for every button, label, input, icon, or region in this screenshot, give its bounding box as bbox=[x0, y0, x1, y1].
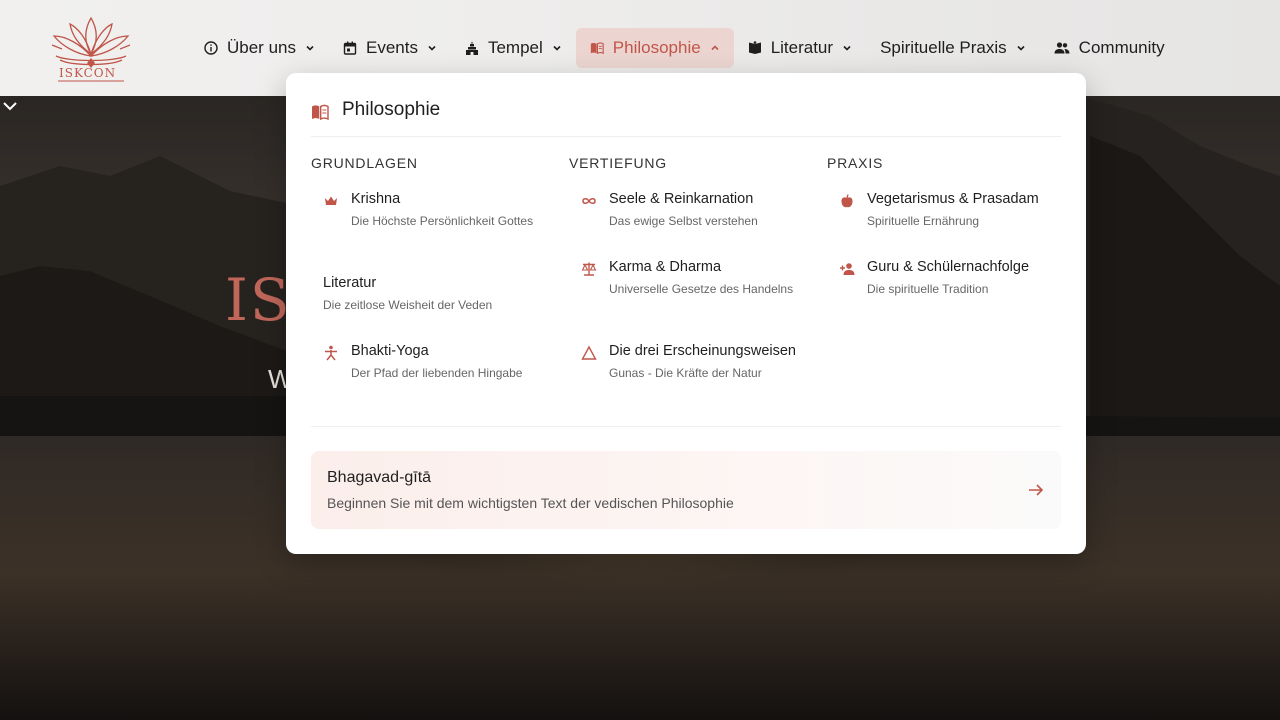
featured-title: Bhagavad-gītā bbox=[327, 469, 432, 486]
menu-item-desc: Die zeitlose Weisheit der Veden bbox=[323, 298, 493, 312]
menu-item-karma-dharma[interactable]: Karma & Dharma Universelle Gesetze des H… bbox=[581, 259, 809, 315]
menu-item-desc: Spirituelle Ernährung bbox=[867, 214, 980, 228]
meditation-figure-icon bbox=[325, 345, 337, 361]
menu-item-title: Guru & Schülernachfolge bbox=[867, 259, 1030, 275]
menu-item-literatur[interactable]: Literatur Die zeitlose Weisheit der Vede… bbox=[323, 275, 551, 315]
column-title: Vertiefung bbox=[569, 155, 667, 171]
menu-item-title: Bhakti-Yoga bbox=[351, 343, 429, 359]
nav-item-label: Spirituelle Praxis bbox=[880, 38, 1007, 57]
nav-item-ueber-uns[interactable]: Über uns bbox=[190, 28, 329, 68]
menu-item-title: Literatur bbox=[323, 275, 377, 291]
main-nav: Über uns Events Tempel Philosophie Liter… bbox=[190, 28, 1179, 68]
chevron-down-icon bbox=[428, 45, 436, 51]
menu-item-vegetarismus[interactable]: Vegetarismus & Prasadam Spirituelle Ernä… bbox=[839, 191, 1067, 231]
temple-icon bbox=[465, 41, 478, 55]
triangle-icon bbox=[581, 345, 597, 360]
menu-item-title: Krishna bbox=[351, 191, 401, 207]
people-icon bbox=[1054, 42, 1070, 54]
nav-item-community[interactable]: Community bbox=[1040, 28, 1179, 68]
infinity-icon bbox=[582, 198, 596, 204]
chevron-down-icon bbox=[1017, 45, 1025, 51]
chevron-up-icon bbox=[711, 45, 719, 51]
menu-item-bhakti-yoga[interactable]: Bhakti-Yoga Der Pfad der liebenden Hinga… bbox=[323, 343, 551, 383]
featured-desc: Beginnen Sie mit dem wichtigsten Text de… bbox=[327, 495, 734, 511]
nav-item-label: Community bbox=[1078, 38, 1165, 57]
menu-item-desc: Die spirituelle Tradition bbox=[867, 282, 989, 296]
nav-item-label: Literatur bbox=[770, 38, 834, 57]
nav-item-label: Über uns bbox=[227, 38, 296, 57]
menu-item-guru-schuelernachfolge[interactable]: Guru & Schülernachfolge Die spirituelle … bbox=[839, 259, 1067, 299]
nav-item-label: Tempel bbox=[487, 38, 543, 57]
menu-item-desc: Gunas - Die Kräfte der Natur bbox=[609, 366, 762, 380]
philosophie-mega-menu: Philosophie Grundlagen Krishna Die Höchs… bbox=[286, 73, 1086, 554]
person-add-icon bbox=[840, 263, 855, 275]
menu-item-title: Vegetarismus & Prasadam bbox=[867, 191, 1039, 207]
column-title: Praxis bbox=[827, 155, 884, 171]
menu-item-desc: Universelle Gesetze des Handelns bbox=[609, 282, 794, 296]
menu-column-vertiefung: Vertiefung Seele & Reinkarnation Das ewi… bbox=[569, 155, 809, 380]
logo-wordmark: ISKCON bbox=[59, 66, 117, 80]
chevron-down-icon[interactable] bbox=[0, 96, 20, 116]
menu-column-grundlagen: Grundlagen Krishna Die Höchste Persönlic… bbox=[311, 155, 551, 380]
open-book-icon bbox=[590, 42, 604, 55]
nav-item-label: Events bbox=[365, 38, 418, 57]
menu-item-desc: Der Pfad der liebenden Hingabe bbox=[351, 366, 523, 380]
menu-item-desc: Das ewige Selbst verstehen bbox=[609, 214, 758, 228]
mega-menu-title: Philosophie bbox=[342, 99, 441, 120]
chevron-down-icon bbox=[843, 45, 851, 51]
menu-item-seele-reinkarnation[interactable]: Seele & Reinkarnation Das ewige Selbst v… bbox=[581, 191, 809, 231]
hero-title: IS bbox=[225, 266, 292, 334]
nav-item-label: Philosophie bbox=[612, 38, 701, 57]
nav-item-philosophie[interactable]: Philosophie bbox=[575, 28, 734, 68]
nav-item-tempel[interactable]: Tempel bbox=[451, 28, 576, 68]
column-title: Grundlagen bbox=[311, 155, 418, 171]
arrow-right-icon bbox=[1029, 484, 1044, 496]
info-circle-icon bbox=[204, 41, 218, 55]
menu-divider bbox=[311, 426, 1061, 427]
scale-icon bbox=[581, 262, 597, 276]
menu-item-desc: Die Höchste Persönlichkeit Gottes bbox=[351, 214, 534, 228]
nav-item-literatur[interactable]: Literatur bbox=[734, 28, 866, 68]
crown-icon bbox=[325, 196, 337, 205]
chevron-down-icon bbox=[553, 45, 561, 51]
menu-item-drei-erscheinungsweisen[interactable]: Die drei Erscheinungsweisen Gunas - Die … bbox=[581, 343, 809, 383]
menu-item-title: Karma & Dharma bbox=[609, 259, 722, 275]
menu-item-title: Seele & Reinkarnation bbox=[609, 191, 754, 207]
open-book-icon bbox=[312, 104, 329, 121]
nav-item-events[interactable]: Events bbox=[329, 28, 451, 68]
nav-item-spirituelle-praxis[interactable]: Spirituelle Praxis bbox=[866, 28, 1040, 68]
chevron-down-icon bbox=[306, 45, 314, 51]
menu-item-title: Die drei Erscheinungsweisen bbox=[609, 343, 796, 359]
calendar-icon bbox=[343, 41, 357, 55]
book-icon bbox=[748, 41, 761, 54]
menu-column-praxis: Praxis Vegetarismus & Prasadam Spirituel… bbox=[827, 155, 1067, 296]
featured-link-bhagavad-gita[interactable]: Bhagavad-gītā Beginnen Sie mit dem wicht… bbox=[311, 451, 1061, 529]
menu-item-krishna[interactable]: Krishna Die Höchste Persönlichkeit Gotte… bbox=[323, 191, 551, 247]
mega-menu-header: Philosophie bbox=[311, 99, 1061, 137]
apple-icon bbox=[841, 194, 853, 208]
